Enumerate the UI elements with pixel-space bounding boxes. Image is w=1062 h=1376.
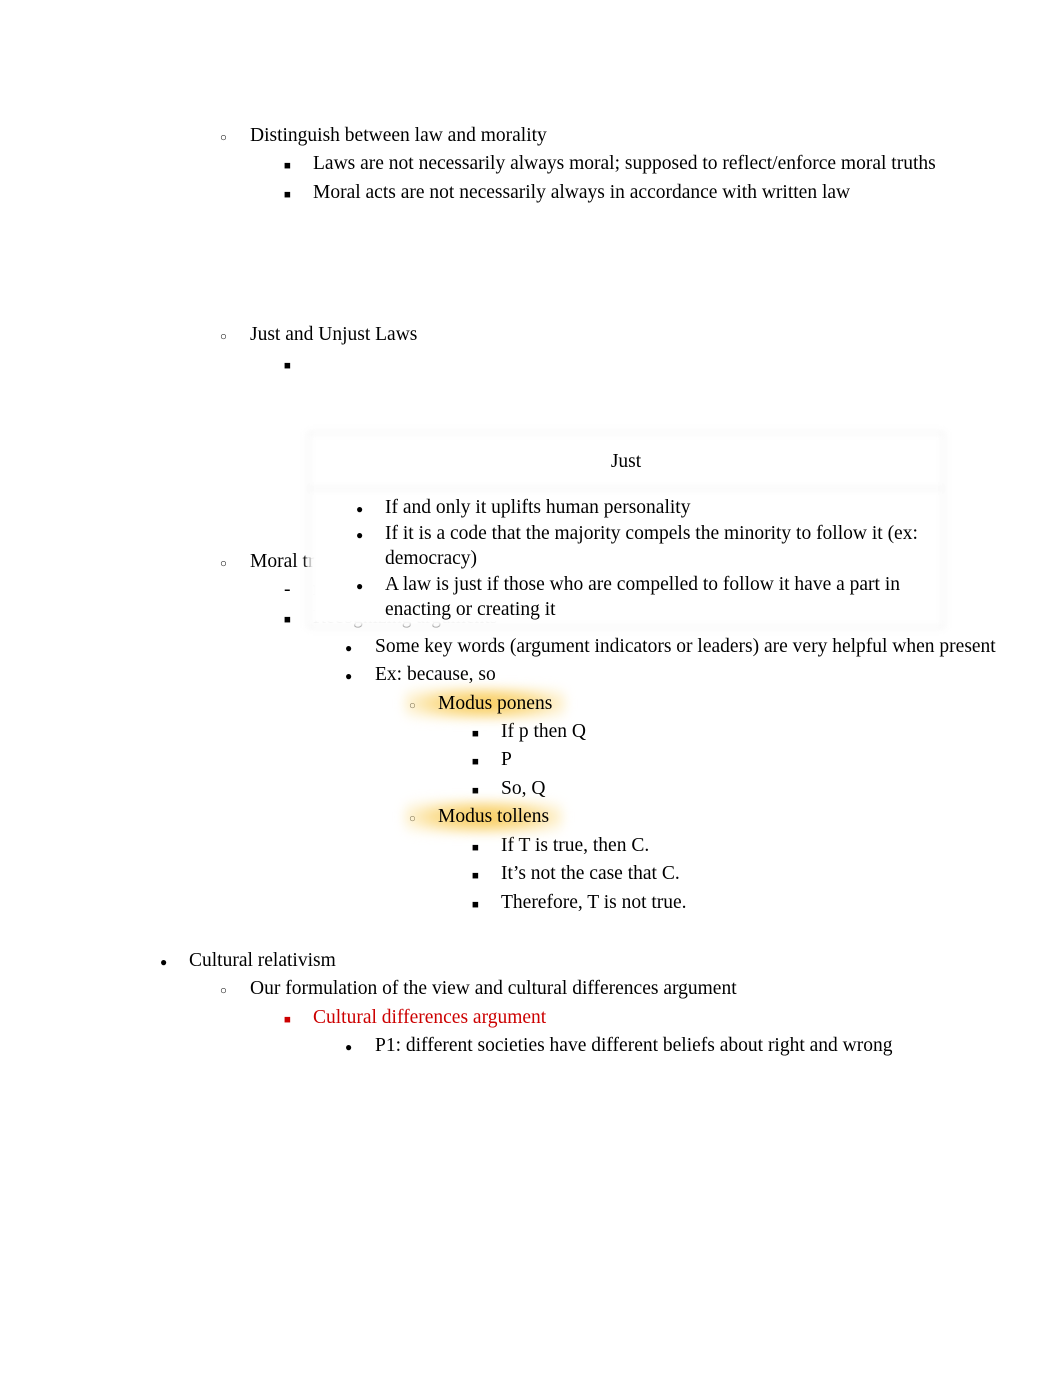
list-item-distinguish: Distinguish between law and morality bbox=[0, 122, 1062, 150]
disc-bullet-icon bbox=[160, 947, 167, 976]
square-bullet-icon bbox=[472, 746, 479, 776]
list-item-label: Moral acts are not necessarily always in… bbox=[313, 181, 851, 203]
square-bullet-icon bbox=[472, 718, 479, 748]
square-bullet-icon bbox=[284, 150, 291, 180]
disc-bullet-icon bbox=[356, 572, 363, 600]
list-item-label: Our formulation of the view and cultural… bbox=[250, 978, 737, 1000]
list-item-mt-premise-2: It’s not the case that C. bbox=[0, 860, 1062, 888]
just-criteria-item: A law is just if those who are compelled… bbox=[308, 572, 934, 623]
circle-bullet-icon bbox=[220, 321, 227, 351]
list-item-our-formulation: Our formulation of the view and cultural… bbox=[0, 975, 1062, 1003]
list-item-label: Just and Unjust Laws bbox=[250, 324, 418, 346]
list-item-modus-tollens: Modus tollens bbox=[0, 803, 1062, 831]
just-table-criteria-list: If and only it uplifts human personality… bbox=[308, 495, 934, 623]
list-item-ex-because-so: Ex: because, so bbox=[0, 661, 1062, 689]
list-item-mt-conclusion: Therefore, T is not true. bbox=[0, 889, 1062, 917]
highlighted-term: Modus tollens bbox=[438, 803, 549, 831]
list-item-mp-conclusion: So, Q bbox=[0, 775, 1062, 803]
highlighted-term: Modus ponens bbox=[438, 690, 552, 718]
just-criteria-label: If and only it uplifts human personality bbox=[385, 497, 691, 518]
list-item-label: Therefore, T is not true. bbox=[501, 891, 687, 913]
square-bullet-icon bbox=[284, 179, 291, 209]
list-item-label: P1: different societies have different b… bbox=[375, 1035, 893, 1057]
square-bullet-icon bbox=[284, 1004, 291, 1034]
list-item-just-unjust-laws: Just and Unjust Laws bbox=[0, 321, 1062, 349]
circle-bullet-icon bbox=[220, 975, 227, 1005]
list-item-label: Modus tollens bbox=[438, 803, 1062, 831]
disc-bullet-icon bbox=[356, 495, 363, 523]
disc-bullet-icon bbox=[345, 633, 352, 662]
just-table-content: Just If and only it uplifts human person… bbox=[308, 432, 944, 628]
list-item-mt-premise-1: If T is true, then C. bbox=[0, 832, 1062, 860]
list-item-label: If p then Q bbox=[501, 721, 587, 743]
just-criteria-label: If it is a code that the majority compel… bbox=[385, 522, 918, 570]
just-criteria-item: If and only it uplifts human personality bbox=[308, 495, 934, 521]
list-item-moral-acts: Moral acts are not necessarily always in… bbox=[0, 179, 1062, 207]
disc-bullet-icon bbox=[345, 661, 352, 690]
just-table-title: Just bbox=[610, 451, 642, 472]
document-page: Distinguish between law and morality Law… bbox=[0, 0, 1062, 1376]
dash-bullet-icon bbox=[284, 576, 291, 604]
list-item-modus-ponens: Modus ponens bbox=[0, 690, 1062, 718]
list-item-label: It’s not the case that C. bbox=[501, 863, 680, 885]
list-item-label: Ex: because, so bbox=[375, 664, 496, 686]
list-item-cda-premise-1: P1: different societies have different b… bbox=[0, 1032, 1062, 1060]
just-criteria-label: A law is just if those who are compelled… bbox=[385, 573, 901, 621]
square-bullet-icon bbox=[284, 604, 291, 634]
list-item-laws-not-moral: Laws are not necessarily always moral; s… bbox=[0, 150, 1062, 178]
circle-bullet-icon bbox=[220, 122, 227, 152]
just-criteria-item: If it is a code that the majority compel… bbox=[308, 521, 934, 572]
list-item-label: Some key words (argument indicators or l… bbox=[375, 635, 996, 657]
list-item-label: Cultural differences argument bbox=[313, 1006, 547, 1028]
list-item-label: Distinguish between law and morality bbox=[250, 125, 547, 146]
list-item-label: Laws are not necessarily always moral; s… bbox=[313, 153, 936, 175]
disc-bullet-icon bbox=[345, 1032, 352, 1061]
square-bullet-icon bbox=[472, 860, 479, 890]
just-table: Just If and only it uplifts human person… bbox=[308, 432, 944, 628]
circle-bullet-icon bbox=[220, 548, 227, 578]
list-item-label: P bbox=[501, 749, 512, 771]
square-bullet-icon bbox=[284, 350, 291, 380]
square-bullet-icon bbox=[472, 889, 479, 919]
list-item-label: Modus ponens bbox=[438, 690, 1062, 718]
list-item-key-words: Some key words (argument indicators or l… bbox=[0, 633, 1062, 661]
list-item-cultural-differences-argument: Cultural differences argument bbox=[0, 1004, 1062, 1032]
disc-bullet-icon bbox=[356, 521, 363, 549]
list-item-label: Cultural relativism bbox=[189, 949, 336, 971]
list-item-label: So, Q bbox=[501, 777, 546, 799]
list-item-cultural-relativism: Cultural relativism bbox=[0, 947, 1062, 975]
list-item-label: If T is true, then C. bbox=[501, 834, 650, 856]
list-item-mp-premise-1: If p then Q bbox=[0, 718, 1062, 746]
list-item-mp-premise-2: P bbox=[0, 746, 1062, 774]
square-bullet-icon bbox=[472, 832, 479, 862]
